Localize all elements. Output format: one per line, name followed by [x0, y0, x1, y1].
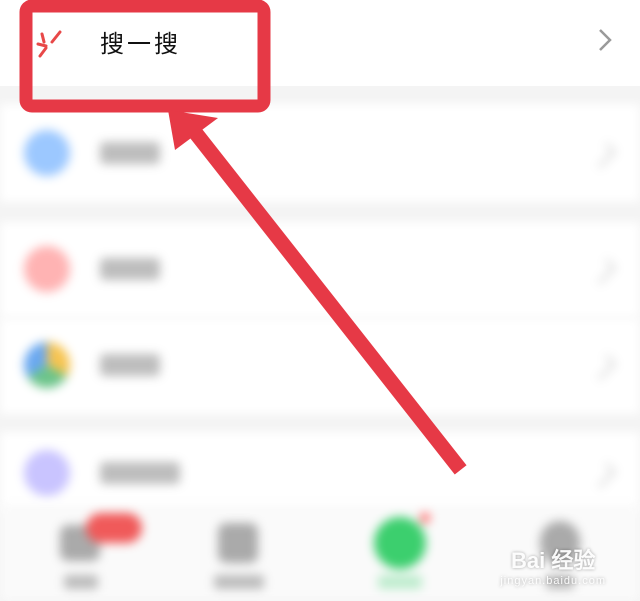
- app-icon: [24, 130, 70, 176]
- search-row[interactable]: 搜一搜: [0, 0, 640, 86]
- chevron-right-icon: [590, 462, 617, 489]
- chevron-right-icon: [590, 354, 617, 381]
- search-icon: [36, 30, 62, 58]
- list-item-label: [100, 354, 160, 376]
- list-item[interactable]: [0, 432, 640, 512]
- app-icon: [24, 342, 70, 388]
- list-item[interactable]: [0, 318, 640, 414]
- list-item-label: [100, 258, 160, 280]
- search-label: 搜一搜: [100, 30, 181, 58]
- list-item[interactable]: [0, 222, 640, 318]
- tab-discover-icon[interactable]: [374, 517, 426, 569]
- list-item-label: [100, 142, 160, 164]
- tab-discover-label: [378, 575, 422, 589]
- app-icon: [24, 246, 70, 292]
- unread-badge: [86, 513, 142, 543]
- app-icon: [24, 450, 70, 496]
- tab-contacts-label: [214, 575, 264, 589]
- red-dot-badge: [420, 513, 430, 523]
- chevron-right-icon: [599, 29, 612, 51]
- tab-contacts-icon[interactable]: [218, 523, 258, 563]
- baidu-watermark: Bai 经验 jingyan.baidu.com: [500, 543, 606, 587]
- watermark-brand: Bai 经验: [510, 548, 596, 573]
- chevron-right-icon: [590, 258, 617, 285]
- watermark-url: jingyan.baidu.com: [500, 575, 606, 587]
- chevron-right-icon: [590, 142, 617, 169]
- list-item[interactable]: [0, 104, 640, 202]
- tab-chats-label: [64, 575, 98, 589]
- list-item-label: [100, 462, 180, 484]
